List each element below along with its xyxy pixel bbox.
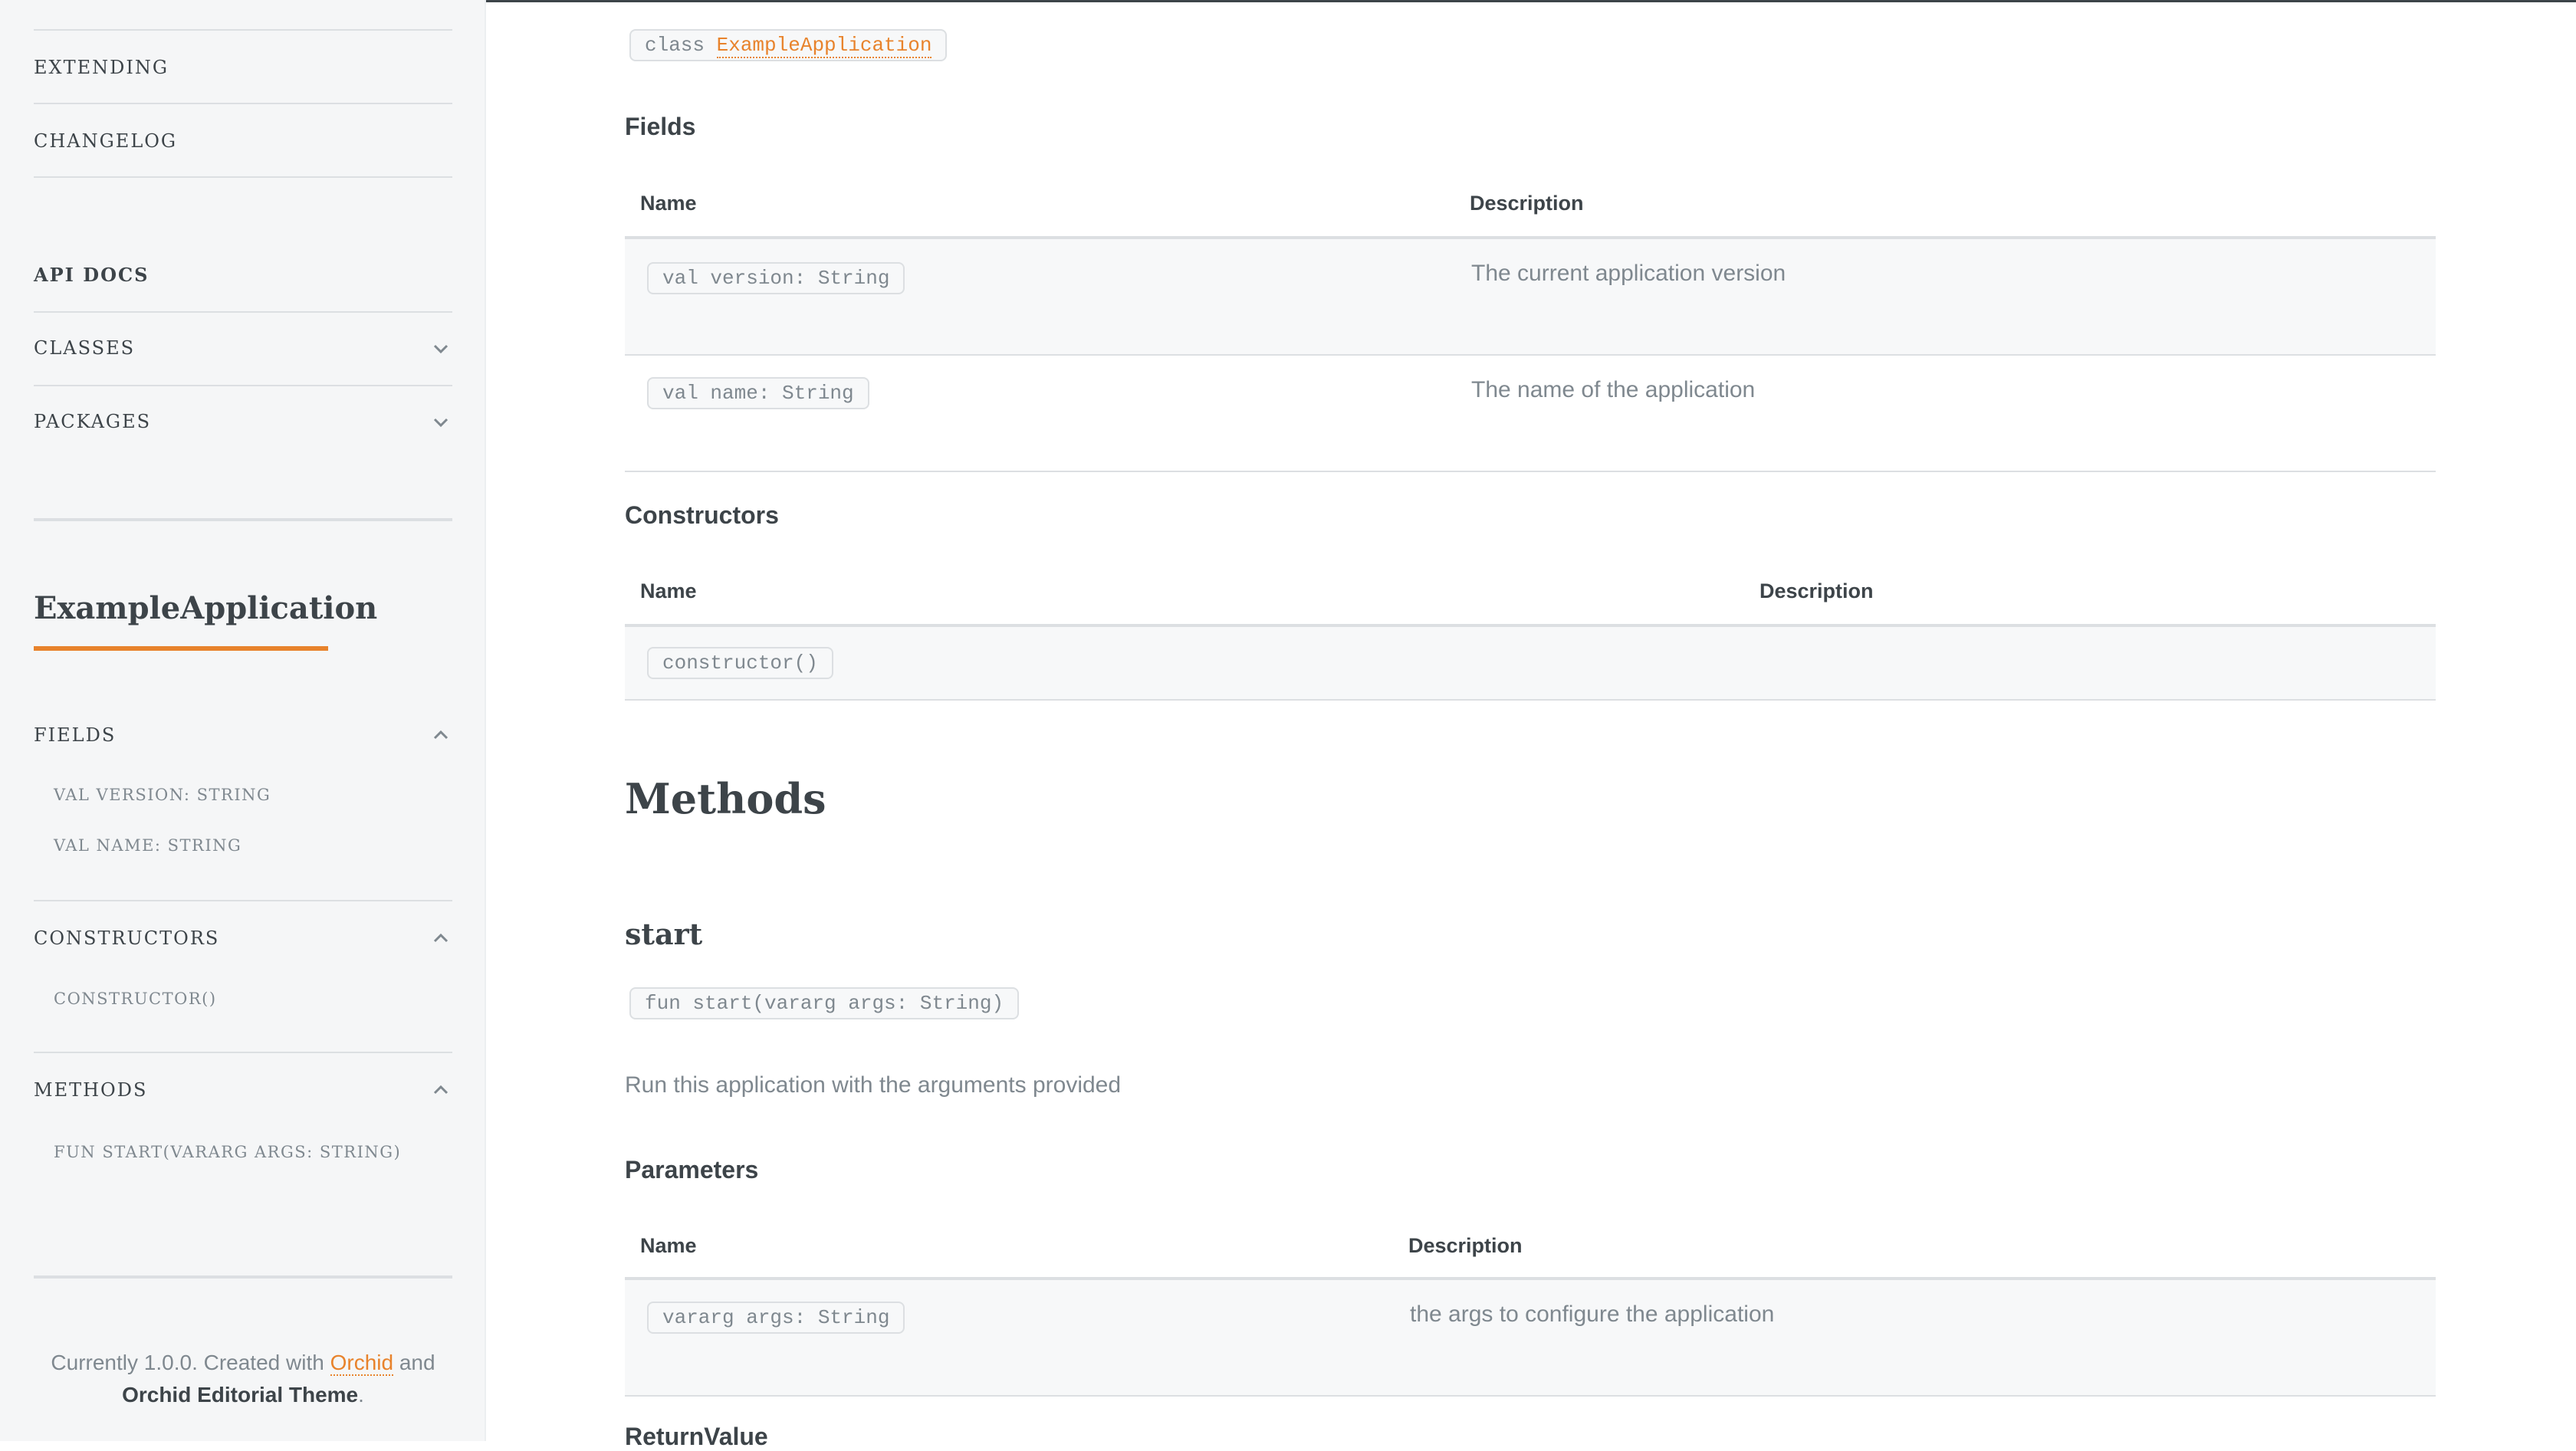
fields-heading: Fields	[625, 113, 696, 140]
sidebar-class-title: ExampleApplication	[34, 590, 378, 626]
column-header-description: Description	[1408, 1234, 1523, 1257]
footer-text: Currently 1.0.0. Created with	[51, 1351, 330, 1374]
fields-table: Name Description val version: String The…	[625, 176, 2436, 472]
field-signature: val name: String	[647, 377, 869, 409]
divider	[34, 385, 452, 386]
table-row: val version: String The current applicat…	[625, 239, 2436, 356]
section-divider	[34, 518, 452, 521]
return-value-heading: ReturnValue	[625, 1423, 768, 1450]
chevron-down-icon[interactable]	[429, 337, 452, 360]
chevron-up-icon[interactable]	[429, 927, 452, 950]
class-keyword: class	[645, 34, 705, 57]
title-underline	[34, 646, 328, 651]
nav-constructors[interactable]: CONSTRUCTORS	[34, 927, 219, 949]
method-signature: fun start(vararg args: String)	[629, 987, 1020, 1019]
constructors-heading: Constructors	[625, 501, 779, 529]
sidebar-item-method-start[interactable]: FUN START(VARARG ARGS: STRING)	[54, 1143, 401, 1161]
footer-text: .	[358, 1383, 364, 1407]
nav-changelog[interactable]: CHANGELOG	[34, 130, 177, 152]
orchid-link[interactable]: Orchid	[330, 1351, 394, 1376]
sidebar-footer: Currently 1.0.0. Created with Orchid and…	[34, 1347, 452, 1411]
table-row: val name: String The name of the applica…	[625, 356, 2436, 472]
nav-packages[interactable]: PACKAGES	[34, 411, 151, 432]
parameters-table: Name Description vararg args: String the…	[625, 1219, 2436, 1397]
section-divider	[34, 1275, 452, 1279]
sidebar-item-constructor[interactable]: CONSTRUCTOR()	[54, 990, 217, 1008]
constructor-signature: constructor()	[647, 647, 833, 679]
method-description: Run this application with the arguments …	[625, 1072, 1122, 1098]
sidebar: EXTENDING CHANGELOG API DOCS CLASSES PAC…	[0, 0, 486, 1441]
field-description: The name of the application	[1471, 377, 1756, 402]
sidebar-item-field-version[interactable]: VAL VERSION: STRING	[54, 786, 271, 804]
chevron-down-icon[interactable]	[429, 411, 452, 434]
theme-name: Orchid Editorial Theme	[122, 1383, 359, 1407]
api-docs-heading: API DOCS	[34, 264, 150, 286]
column-header-name: Name	[640, 192, 697, 215]
chevron-up-icon[interactable]	[429, 724, 452, 747]
divider	[34, 29, 452, 31]
nav-fields[interactable]: FIELDS	[34, 724, 116, 746]
method-name: start	[625, 917, 703, 951]
column-header-description: Description	[1760, 579, 1874, 602]
field-signature: val version: String	[647, 262, 905, 294]
constructors-table: Name Description constructor()	[625, 566, 2436, 701]
class-signature: class ExampleApplication	[629, 29, 948, 61]
column-header-name: Name	[640, 579, 697, 602]
nav-classes[interactable]: CLASSES	[34, 337, 135, 359]
divider	[34, 103, 452, 104]
divider	[34, 311, 452, 313]
chevron-up-icon[interactable]	[429, 1078, 452, 1101]
parameter-description: the args to configure the application	[1410, 1302, 1775, 1327]
parameter-signature: vararg args: String	[647, 1302, 905, 1334]
methods-heading: Methods	[625, 774, 826, 823]
field-description: The current application version	[1471, 261, 1786, 286]
divider	[34, 176, 452, 178]
nav-extending[interactable]: EXTENDING	[34, 57, 169, 78]
column-header-name: Name	[640, 1234, 697, 1257]
divider	[34, 1052, 452, 1053]
nav-methods[interactable]: METHODS	[34, 1079, 147, 1101]
parameters-heading: Parameters	[625, 1156, 759, 1183]
sidebar-item-field-name[interactable]: VAL NAME: STRING	[54, 836, 242, 855]
divider	[34, 900, 452, 901]
class-name-link[interactable]: ExampleApplication	[716, 34, 932, 58]
footer-text: and	[393, 1351, 435, 1374]
column-header-description: Description	[1470, 192, 1584, 215]
table-row: constructor()	[625, 627, 2436, 701]
table-row: vararg args: String the args to configur…	[625, 1280, 2436, 1397]
